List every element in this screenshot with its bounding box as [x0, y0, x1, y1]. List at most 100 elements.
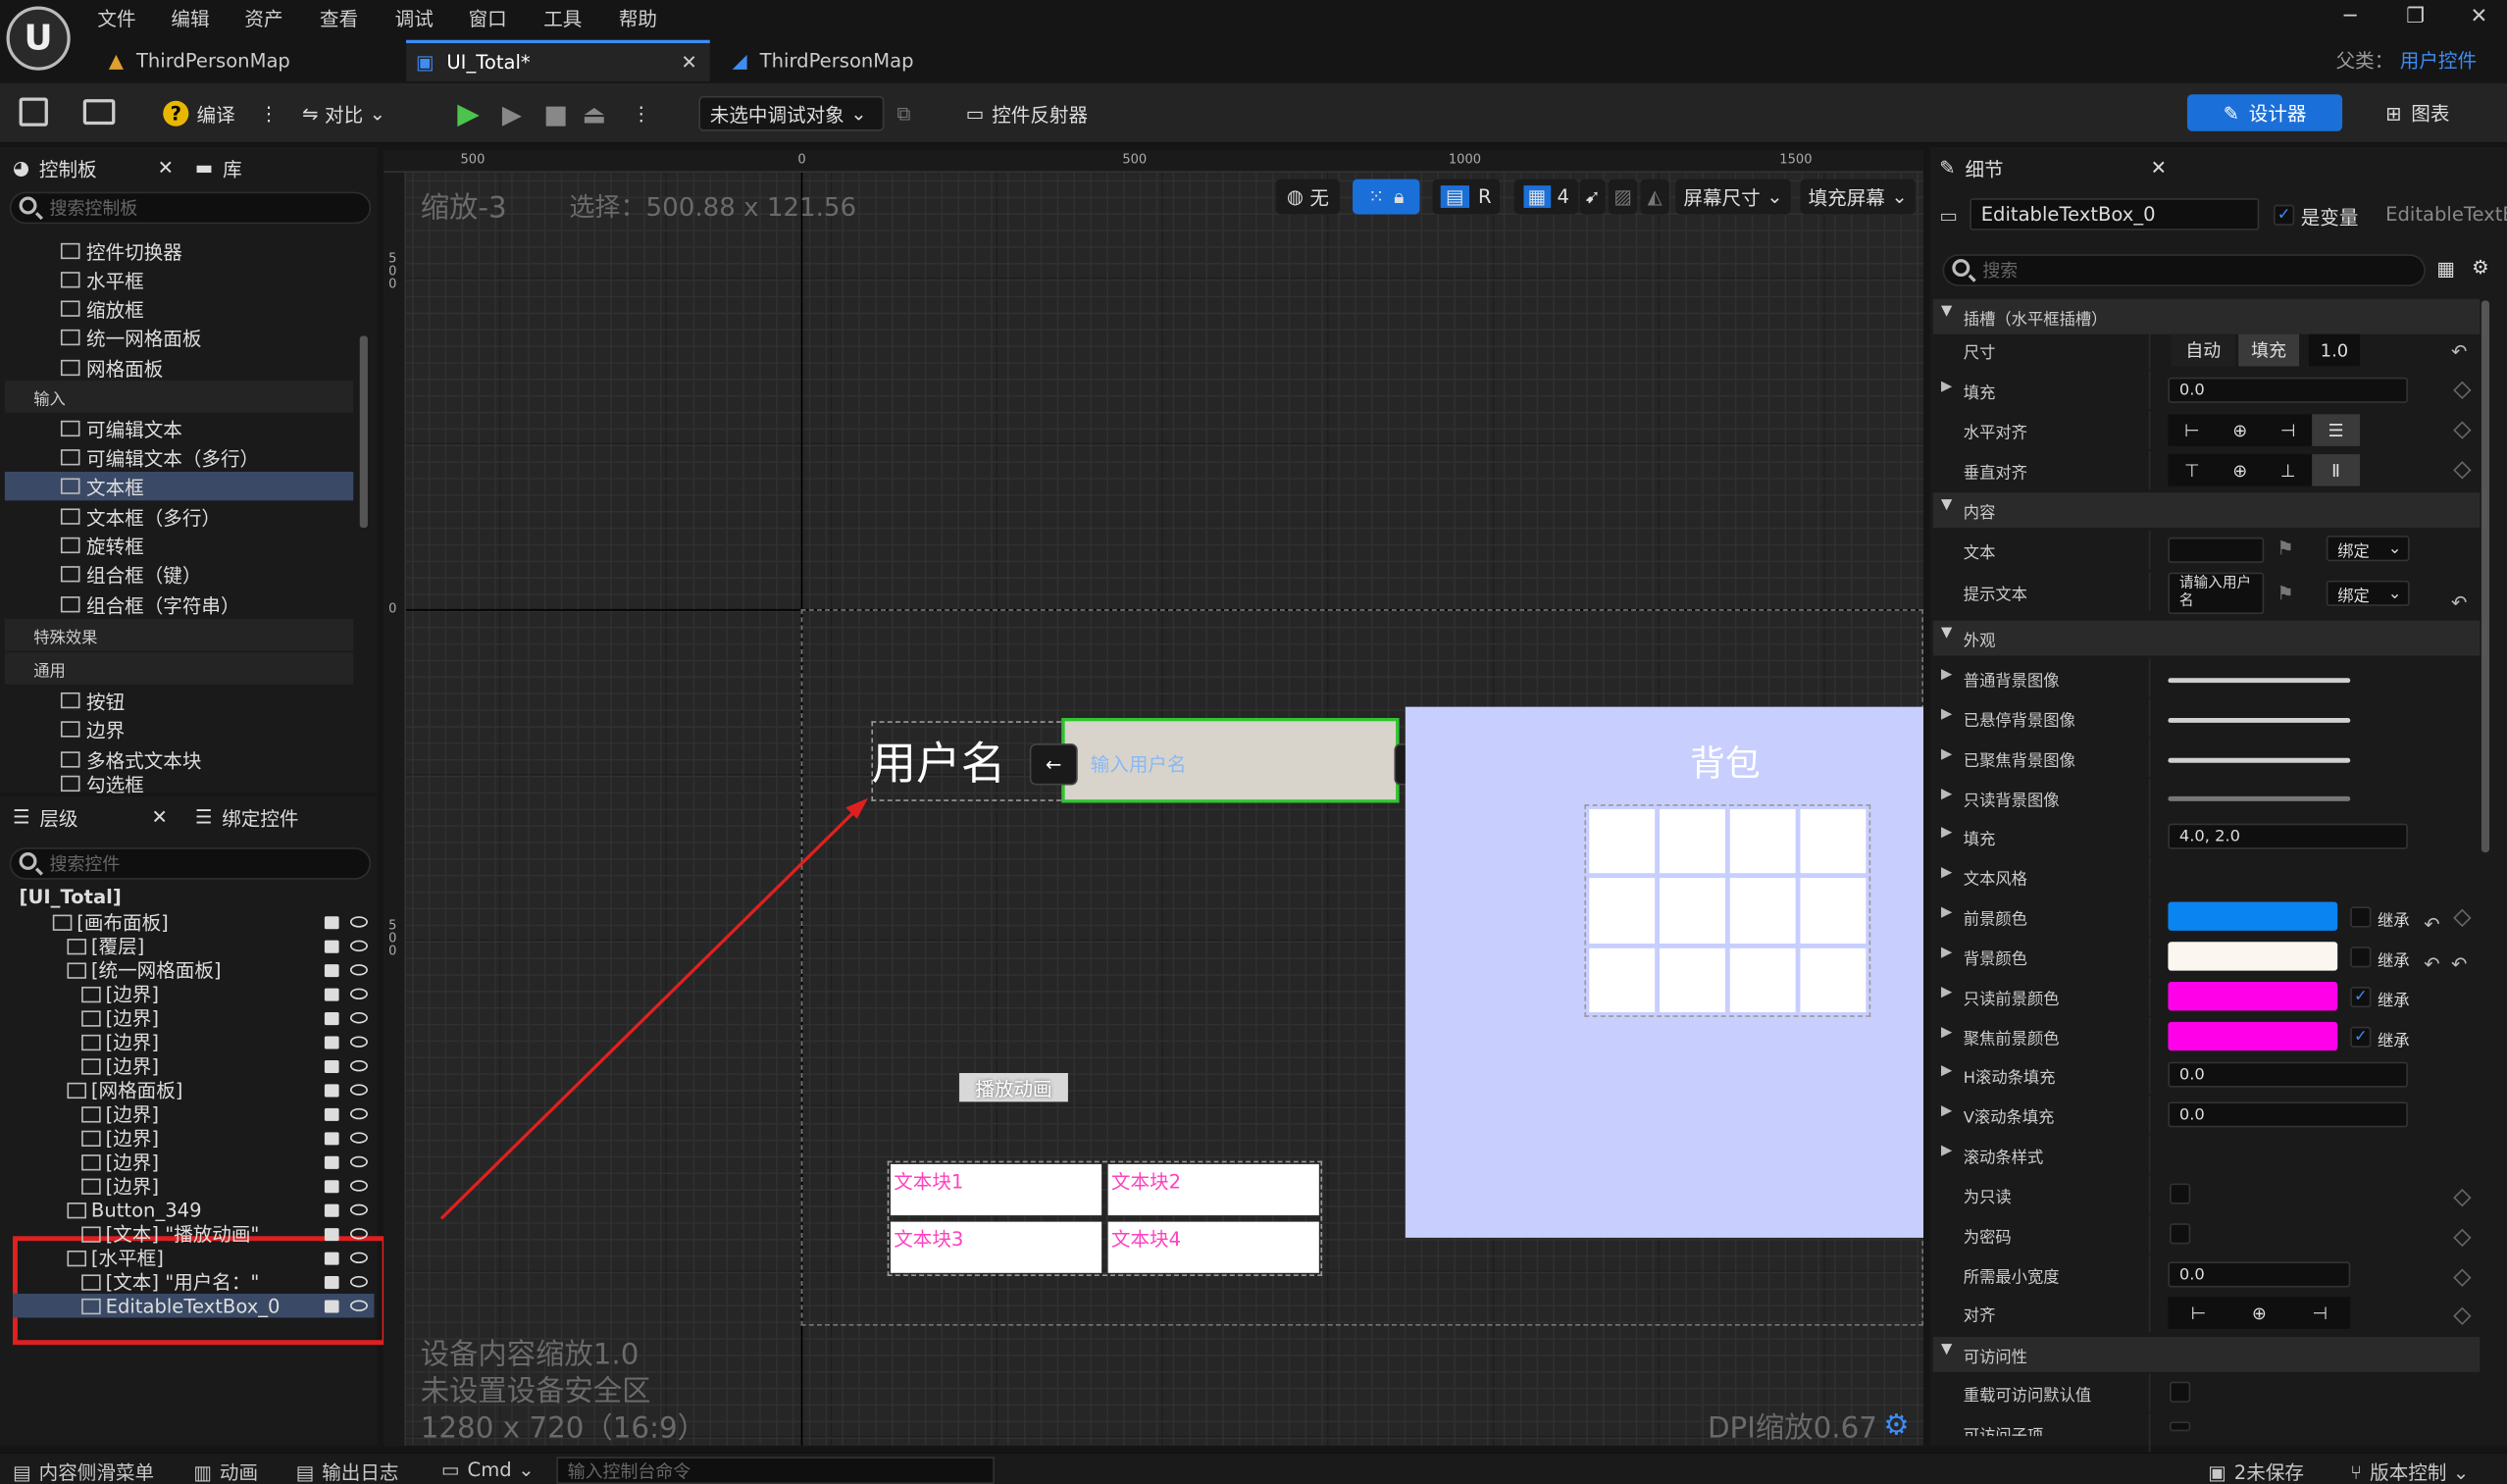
details-section-header[interactable]: ▼ 可访问性	[1932, 1337, 2481, 1372]
lock-icon[interactable]	[324, 964, 339, 978]
close-window-icon[interactable]: ✕	[2471, 5, 2488, 28]
lock-icon[interactable]	[324, 1059, 339, 1073]
property-checkbox[interactable]	[2170, 1183, 2191, 1204]
size-option[interactable]: 填充	[2238, 333, 2300, 367]
details-section-header[interactable]: ▼ 内容	[1932, 492, 2481, 529]
align-option-icon[interactable]: ⊤	[2168, 454, 2216, 486]
unreal-logo[interactable]: U	[6, 6, 71, 71]
lock-icon[interactable]	[324, 1012, 339, 1026]
size-option[interactable]: 1.0	[2308, 333, 2361, 367]
expand-arrow-icon[interactable]: ▶	[1941, 746, 1952, 762]
align-option-icon[interactable]: ⊕	[2216, 414, 2264, 446]
tree-item[interactable]: EditableTextBox_0	[13, 1293, 375, 1318]
diff-button[interactable]: ⇋ 对比 ⌄	[302, 96, 385, 131]
close-tab-icon[interactable]: ✕	[152, 806, 168, 829]
lock-icon[interactable]	[324, 1084, 339, 1098]
stop-icon[interactable]: ■	[543, 96, 568, 131]
debug-target-dropdown[interactable]: 未选中调试对象 ⌄	[698, 95, 885, 131]
designer-viewport[interactable]: 500 0 500 1000 1500 500 0 500 缩放-3 选择：50…	[384, 150, 1924, 1446]
expand-arrow-icon[interactable]: ▶	[1941, 865, 1952, 881]
step-icon[interactable]: ▶	[502, 96, 522, 131]
dpi-settings-icon[interactable]: ⚙	[1883, 1408, 1909, 1442]
lock-icon[interactable]	[324, 940, 339, 953]
tab-details[interactable]: ✎ 细节 ✕	[1939, 149, 2167, 187]
widget-reflector-button[interactable]: ▭ 控件反射器	[966, 96, 1088, 131]
browse-icon[interactable]	[82, 99, 116, 126]
cmd-dropdown[interactable]: ▭ Cmd ⌄	[441, 1458, 535, 1481]
palette-search-input[interactable]: 搜索控制板	[9, 191, 372, 225]
hint-text-field[interactable]: 请输入用户名	[2168, 572, 2265, 615]
tab-thirdpersonmap-2[interactable]: ◢ ThirdPersonMap	[723, 40, 1014, 81]
align-option-icon[interactable]: ⊥	[2264, 454, 2312, 486]
lock-icon[interactable]	[324, 1276, 339, 1290]
category-common[interactable]: 通用	[4, 652, 354, 685]
tree-item[interactable]: [统一网格面板]	[67, 958, 222, 982]
expand-arrow-icon[interactable]: ▶	[1941, 946, 1952, 961]
version-control-button[interactable]: ⑂ 版本控制 ⌄	[2350, 1458, 2469, 1484]
align-option-icon[interactable]: Ⅱ	[2312, 454, 2361, 486]
brush-preview[interactable]	[2168, 795, 2351, 801]
color-swatch[interactable]	[2168, 1021, 2338, 1051]
lock-icon[interactable]	[324, 1155, 339, 1169]
expand-arrow-icon[interactable]: ▶	[1941, 825, 1952, 841]
play-icon[interactable]: ▶	[457, 96, 480, 131]
category-input[interactable]: 输入	[4, 381, 354, 413]
size-option[interactable]: 自动	[2171, 333, 2235, 367]
close-tab-icon[interactable]: ✕	[681, 51, 696, 74]
align-option-icon[interactable]: ☰	[2312, 414, 2361, 446]
flag-icon[interactable]: ⚑	[2277, 537, 2294, 560]
play-options-icon[interactable]: ⋮	[632, 96, 651, 131]
lock-icon[interactable]	[324, 1107, 339, 1121]
tree-item[interactable]: [边界]	[81, 1006, 159, 1030]
close-tab-icon[interactable]: ✕	[158, 157, 174, 179]
expand-arrow-icon[interactable]: ▶	[1941, 1025, 1952, 1041]
lock-icon[interactable]	[324, 916, 339, 930]
tree-item[interactable]: [网格面板]	[67, 1078, 182, 1101]
reset-arrow-icon[interactable]: ↶	[2451, 591, 2467, 614]
tab-palette[interactable]: ◕ 控制板 ✕	[13, 149, 174, 187]
palette-item[interactable]: 缩放框	[60, 294, 144, 323]
lock-icon[interactable]	[324, 1180, 339, 1194]
expand-arrow-icon[interactable]: ▶	[1941, 667, 1952, 683]
details-scrollbar[interactable]	[2481, 300, 2490, 852]
expand-arrow-icon[interactable]: ▶	[1941, 905, 1952, 921]
visibility-eye-icon[interactable]	[349, 1252, 368, 1264]
palette-item[interactable]: 网格面板	[60, 353, 163, 382]
brush-preview[interactable]	[2168, 678, 2351, 684]
palette-item[interactable]: 文本框（多行）	[60, 502, 221, 531]
palette-item[interactable]: 多格式文本块	[60, 745, 201, 774]
menu-file[interactable]: 文件	[97, 5, 135, 32]
content-drawer-button[interactable]: ▤ 内容侧滑菜单	[13, 1458, 154, 1484]
menu-help[interactable]: 帮助	[619, 5, 657, 32]
hierarchy-search-input[interactable]: 搜索控件	[9, 847, 372, 880]
brush-preview[interactable]	[2168, 718, 2351, 723]
settings-icon[interactable]: ⚙	[2472, 256, 2489, 279]
graph-mode-button[interactable]: ⊞ 图表	[2385, 99, 2449, 127]
color-swatch[interactable]	[2168, 942, 2338, 971]
animation-button[interactable]: ▥ 动画	[193, 1458, 258, 1484]
min-width-field[interactable]: 0.0	[2168, 1261, 2351, 1288]
visibility-eye-icon[interactable]	[349, 1012, 368, 1024]
align-option-icon[interactable]: ⊢	[2168, 1297, 2228, 1329]
bind-dropdown[interactable]: 绑定 ⌄	[2326, 536, 2410, 562]
tree-item[interactable]: [边界]	[81, 1174, 159, 1198]
palette-item[interactable]: 控件切换器	[60, 236, 182, 265]
v-scroll-padding-field[interactable]: 0.0	[2168, 1101, 2408, 1128]
reset-arrow-icon[interactable]: ↶	[2424, 953, 2439, 976]
menu-edit[interactable]: 编辑	[171, 5, 209, 32]
details-section-header[interactable]: ▼ 外观	[1932, 620, 2481, 656]
tab-bind-widgets[interactable]: ☰ 绑定控件	[195, 798, 299, 837]
lock-icon[interactable]	[324, 1300, 339, 1313]
close-tab-icon[interactable]: ✕	[2151, 157, 2167, 179]
tree-item[interactable]: [覆层]	[67, 934, 144, 958]
visibility-eye-icon[interactable]	[349, 1300, 368, 1311]
console-command-input[interactable]: 输入控制台命令	[556, 1457, 995, 1484]
visibility-eye-icon[interactable]	[349, 988, 368, 999]
visibility-eye-icon[interactable]	[349, 1180, 368, 1192]
tab-hierarchy[interactable]: ☰ 层级 ✕	[13, 798, 168, 837]
compile-button[interactable]: ? 编译	[163, 96, 235, 131]
visibility-eye-icon[interactable]	[349, 1276, 368, 1288]
palette-item[interactable]: 文本框	[4, 471, 354, 501]
tree-item[interactable]: [边界]	[81, 1030, 159, 1053]
visibility-eye-icon[interactable]	[349, 1107, 368, 1120]
